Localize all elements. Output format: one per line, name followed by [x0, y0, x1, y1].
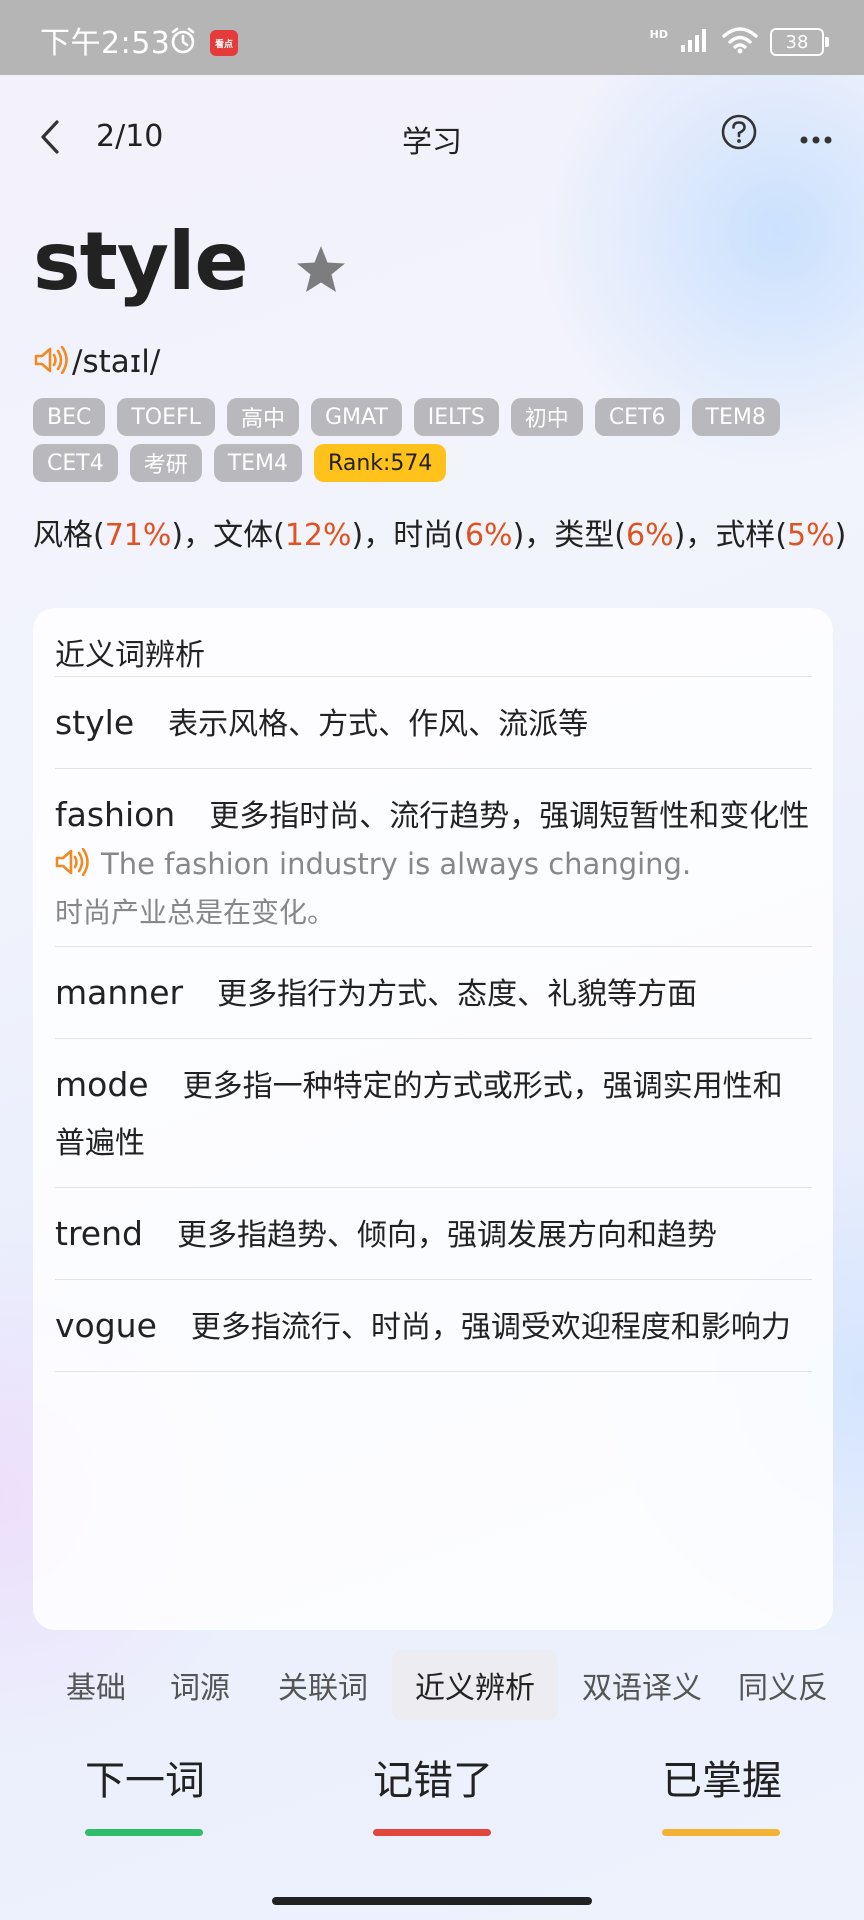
tab-etymology[interactable]: 词源: [152, 1650, 248, 1720]
exam-tag: IELTS: [413, 398, 499, 436]
synonym-desc: 更多指一种特定的方式或形式，强调实用性和普遍性: [55, 1069, 783, 1161]
headword: style: [33, 215, 249, 308]
meaning-percent: 71%: [104, 518, 172, 553]
exam-tag: CET6: [594, 398, 680, 436]
meaning-percent: 6%: [626, 518, 674, 553]
meaning-percent: 6%: [464, 518, 513, 553]
synonym-desc: 更多指流行、时尚，强调受欢迎程度和影响力: [190, 1310, 791, 1345]
wifi-icon: [722, 26, 758, 58]
synonym-word: mode: [55, 1065, 149, 1104]
battery-icon: 38: [770, 28, 829, 56]
synonym-entry: mode 更多指一种特定的方式或形式，强调实用性和普遍性: [55, 1039, 812, 1188]
mastered-button[interactable]: 已掌握: [662, 1755, 782, 1836]
synonym-word: vogue: [55, 1306, 157, 1345]
synonym-word: trend: [55, 1214, 143, 1253]
wrong-button[interactable]: 记错了: [373, 1755, 493, 1836]
synonym-line: vogue 更多指流行、时尚，强调受欢迎程度和影响力: [55, 1297, 812, 1356]
synonym-entry: vogue 更多指流行、时尚，强调受欢迎程度和影响力: [55, 1280, 812, 1372]
exam-tag: CET4: [33, 444, 118, 482]
phonetic-text: /staɪl/: [72, 344, 161, 380]
synonym-entry: fashion 更多指时尚、流行趋势，强调短暂性和变化性 The fashion …: [55, 769, 812, 947]
synonym-line: style 表示风格、方式、作风、流派等: [55, 694, 812, 753]
section-tabs: 基础 词源 关联词 近义辨析 双语译义 同义反: [0, 1650, 864, 1720]
tab-synonym-analysis[interactable]: 近义辨析: [392, 1650, 558, 1720]
next-word-label: 下一词: [85, 1758, 205, 1804]
mastered-label: 已掌握: [662, 1758, 782, 1804]
synonym-desc: 更多指时尚、流行趋势，强调短暂性和变化性: [209, 799, 810, 834]
tab-related-words[interactable]: 关联词: [262, 1650, 384, 1720]
favorite-star-icon[interactable]: [294, 244, 348, 300]
meaning-word: 类型: [554, 518, 615, 553]
example-english: The fashion industry is always changing.: [101, 847, 692, 881]
synonym-analysis-card: 近义词辨析 style 表示风格、方式、作风、流派等 fashion 更多指时尚、流…: [33, 608, 833, 1630]
status-indicators: HD 38: [649, 26, 829, 58]
exam-tag: BEC: [33, 398, 106, 436]
status-time: 下午2:53: [40, 26, 171, 61]
synonym-desc: 更多指行为方式、态度、礼貌等方面: [217, 977, 698, 1012]
synonym-desc: 更多指趋势、倾向，强调发展方向和趋势: [176, 1218, 717, 1253]
example-chinese: 时尚产业总是在变化。: [55, 896, 336, 929]
exam-tag: 考研: [129, 444, 202, 482]
meaning-word: 风格: [33, 518, 93, 553]
signal-icon: [680, 27, 710, 57]
example-sentence-row: The fashion industry is always changing.: [55, 847, 812, 881]
network-type-label: HD: [649, 27, 668, 41]
exam-tag: TEM4: [213, 444, 303, 482]
tab-bilingual[interactable]: 双语译义: [570, 1650, 714, 1720]
synonym-list: style 表示风格、方式、作风、流派等 fashion 更多指时尚、流行趋势，强调…: [55, 676, 812, 1372]
wrong-label: 记错了: [373, 1758, 493, 1804]
help-icon[interactable]: [720, 113, 758, 155]
synonym-word: fashion: [55, 795, 176, 834]
tab-basic[interactable]: 基础: [48, 1650, 144, 1720]
app-notification-icon: 看点: [210, 30, 238, 56]
card-title: 近义词辨析: [55, 638, 205, 673]
speaker-icon[interactable]: [34, 345, 68, 378]
synonym-line: trend 更多指趋势、倾向，强调发展方向和趋势: [55, 1205, 812, 1264]
alarm-icon: [168, 26, 198, 60]
exam-tag: TEM8: [691, 398, 780, 436]
exam-tag: 高中: [226, 398, 299, 436]
meaning-word: 时尚: [393, 518, 454, 553]
bottom-actions: 下一词 记错了 已掌握: [0, 1755, 864, 1850]
meaning-percent: 12%: [284, 518, 352, 553]
meaning-distribution: 风格(71%)，文体(12%)，时尚(6%)，类型(6%)，式样(5%): [33, 518, 847, 553]
synonym-line: manner 更多指行为方式、态度、礼貌等方面: [55, 964, 812, 1023]
tab-synonyms-antonyms[interactable]: 同义反: [738, 1650, 864, 1720]
home-indicator[interactable]: [272, 1897, 592, 1905]
status-bar: 下午2:53 看点 HD 38: [0, 0, 864, 75]
synonym-line: fashion 更多指时尚、流行趋势，强调短暂性和变化性: [55, 786, 812, 845]
exam-tag: TOEFL: [117, 398, 215, 436]
next-word-underline: [85, 1829, 203, 1836]
next-word-button[interactable]: 下一词: [85, 1755, 205, 1836]
synonym-word: manner: [55, 973, 184, 1012]
synonym-entry: manner 更多指行为方式、态度、礼貌等方面: [55, 947, 812, 1039]
synonym-desc: 表示风格、方式、作风、流派等: [168, 707, 589, 742]
pronunciation-row: /staɪl/: [34, 344, 160, 380]
top-bar: 2/10 学习: [0, 95, 864, 175]
meaning-percent: 5%: [787, 518, 835, 553]
exam-tag: 初中: [510, 398, 583, 436]
synonym-word: style: [55, 703, 135, 742]
meaning-word: 文体: [213, 518, 274, 553]
more-options-icon[interactable]: [800, 129, 832, 148]
example-speaker-icon[interactable]: [55, 847, 89, 880]
exam-tags: BEC TOEFL 高中 GMAT IELTS 初中 CET6 TEM8 CET…: [33, 398, 833, 482]
meaning-word: 式样: [715, 518, 776, 553]
wrong-underline: [373, 1829, 491, 1836]
synonym-line: mode 更多指一种特定的方式或形式，强调实用性和普遍性: [55, 1056, 812, 1172]
synonym-entry: trend 更多指趋势、倾向，强调发展方向和趋势: [55, 1188, 812, 1280]
rank-badge: Rank:574: [314, 444, 447, 482]
mastered-underline: [662, 1829, 780, 1836]
synonym-entry: style 表示风格、方式、作风、流派等: [55, 677, 812, 769]
exam-tag: GMAT: [310, 398, 402, 436]
